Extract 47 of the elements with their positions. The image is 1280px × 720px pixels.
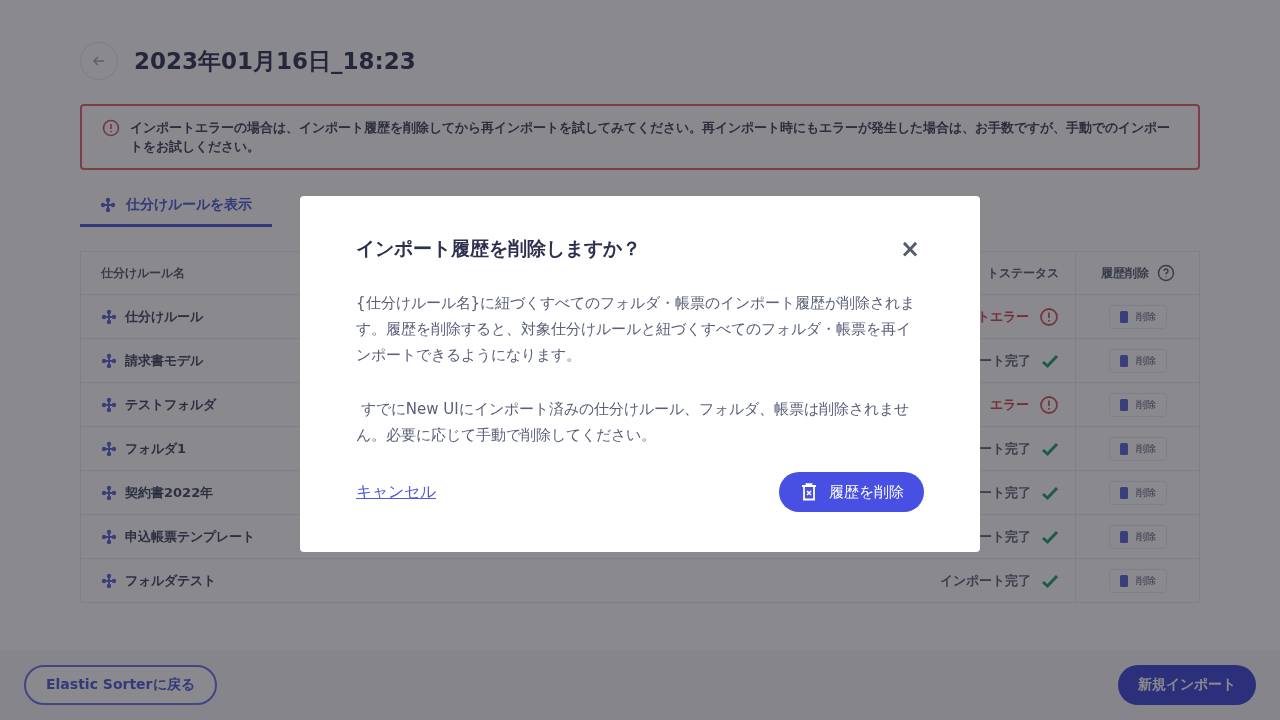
- rule-icon: [101, 308, 117, 325]
- column-header: トステータス: [986, 264, 1060, 282]
- rule-name: 契約書2022年: [125, 483, 214, 502]
- cancel-link[interactable]: キャンセル: [356, 481, 436, 503]
- status-text: ート完了: [979, 527, 1031, 546]
- column-header: 仕分けルール名: [99, 264, 186, 282]
- status-text: ート完了: [979, 483, 1031, 502]
- delete-button[interactable]: 削除: [1108, 436, 1167, 461]
- rule-name: テストフォルダ: [125, 395, 216, 414]
- close-button[interactable]: ×: [895, 237, 924, 261]
- alert-text: インポートエラーの場合は、インポート履歴を削除してから再インポートを試してみてください。再インポート時にもエラーが発生した場合は、お手数ですが、手動でのインポートをお試しください。: [130, 119, 1171, 156]
- dialog-title: インポート履歴を削除しますか？: [356, 236, 641, 261]
- dialog-text: {仕分けルール名}に紐づくすべてのフォルダ・帳票のインポート履歴が削除されます。履歴を削除すると、対象仕分けルールと紐づくすべてのフォルダ・帳票を再インポートできるようになります。: [356, 293, 917, 366]
- delete-button[interactable]: 削除: [1108, 524, 1167, 549]
- status-text: インポート完了: [940, 571, 1031, 590]
- rule-icon: [101, 440, 117, 457]
- rule-icon: [101, 572, 117, 589]
- warning-icon: [1039, 394, 1059, 415]
- status-text: ート完了: [979, 351, 1031, 370]
- delete-button[interactable]: 削除: [1108, 304, 1167, 329]
- tab[interactable]: 仕分けルールを表示: [80, 188, 272, 227]
- rule-name: 請求書モデル: [125, 351, 203, 370]
- new-import-button[interactable]: 新規インポート: [1118, 665, 1256, 705]
- warning-icon: [1039, 306, 1059, 327]
- back-to-sorter-button[interactable]: Elastic Sorterに戻る: [24, 665, 217, 705]
- status-text: ート完了: [979, 439, 1031, 458]
- page-title: 2023年01月16日_18:23: [134, 46, 416, 76]
- delete-history-button[interactable]: 履歴を削除: [779, 472, 924, 512]
- status-text: エラー: [990, 395, 1029, 414]
- rule-name: 申込帳票テンプレート: [125, 527, 255, 546]
- rule-name: フォルダテスト: [125, 571, 216, 590]
- column-header: 履歴削除: [1100, 264, 1149, 282]
- rule-name: フォルダ1: [125, 439, 187, 458]
- rule-icon: [100, 197, 116, 213]
- rule-icon: [101, 484, 117, 501]
- help-icon[interactable]: [1156, 264, 1175, 282]
- status-text: トエラー: [977, 307, 1029, 326]
- rule-name: 仕分けルール: [125, 307, 203, 326]
- dialog-text: すでにNew UIにインポート済みの仕分けルール、フォルダ、帳票は削除されません。必要に応じて手動で削除してください。: [356, 399, 910, 446]
- warning-icon: [102, 119, 120, 137]
- delete-button[interactable]: 削除: [1108, 480, 1167, 505]
- delete-button[interactable]: 削除: [1108, 348, 1167, 373]
- rule-icon: [101, 396, 117, 413]
- rule-icon: [101, 352, 117, 369]
- rule-icon: [101, 528, 117, 545]
- delete-button[interactable]: 削除: [1108, 392, 1167, 417]
- delete-button[interactable]: 削除: [1108, 568, 1167, 593]
